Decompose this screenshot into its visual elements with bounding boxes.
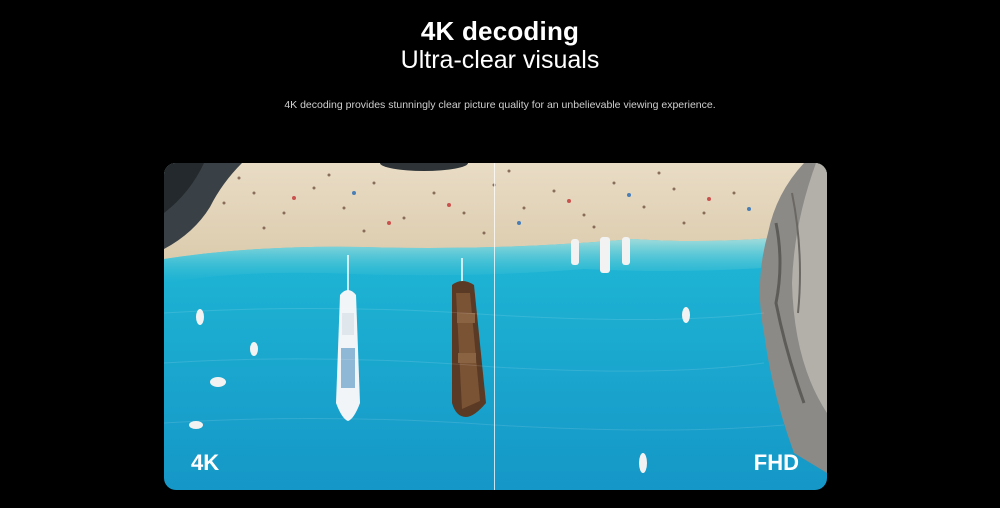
label-4k: 4K [191,450,220,475]
aerial-beach-photo [164,163,827,490]
resolution-comparison-image[interactable]: 4K FHD [164,163,827,490]
comparison-divider[interactable] [494,163,495,490]
label-fhd: FHD [753,450,799,475]
page-subtitle: Ultra-clear visuals [400,46,600,74]
page-title: 4K decoding [420,16,580,46]
feature-description: 4K decoding provides stunningly clear pi… [284,99,716,111]
